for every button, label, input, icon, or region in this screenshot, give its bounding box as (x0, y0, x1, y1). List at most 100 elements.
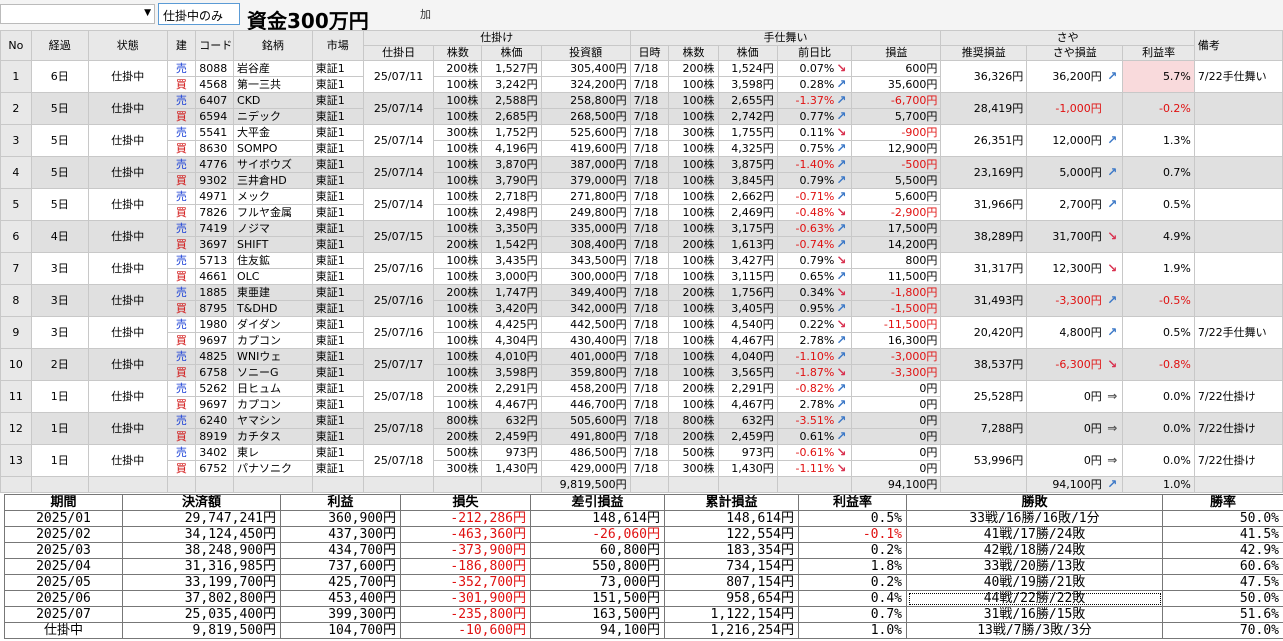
col-code[interactable]: コード (195, 30, 235, 61)
name-cell[interactable]: 東レ (233, 444, 313, 461)
note-cell[interactable] (1193, 156, 1283, 189)
col-exit-shares[interactable]: 株数 (668, 45, 719, 61)
view-dropdown[interactable]: ▼ (0, 4, 155, 24)
name-cell[interactable]: ノジマ (233, 220, 313, 237)
name-cell[interactable]: サイボウズ (233, 156, 313, 173)
toolbar-add-button[interactable]: 加 (420, 6, 431, 22)
col-exit-date[interactable]: 日時 (629, 45, 670, 61)
summary-col-header[interactable]: 勝率 (1162, 494, 1283, 511)
row-number[interactable]: 5 (0, 188, 32, 221)
row-number[interactable]: 6 (0, 220, 32, 253)
col-market[interactable]: 市場 (311, 30, 364, 61)
row-number[interactable]: 9 (0, 316, 32, 349)
table-row[interactable]: 10 2日 仕掛中売 4825 WNIウェ 東証1 25/07/17 100株 4,010円 40… (0, 348, 1283, 381)
note-cell[interactable] (1193, 348, 1283, 381)
row-number[interactable]: 8 (0, 284, 32, 317)
name-cell[interactable]: カチタス (233, 428, 313, 445)
col-entry-price[interactable]: 株価 (481, 45, 542, 61)
table-row[interactable]: 13 1日 仕掛中売 3402 東レ 東証1 25/07/18 500株 973円 486,500… (0, 444, 1283, 477)
row-number[interactable]: 3 (0, 124, 32, 157)
name-cell[interactable]: OLC (233, 268, 313, 285)
name-cell[interactable]: 三井倉HD (233, 172, 313, 189)
name-cell[interactable]: カプコン (233, 396, 313, 413)
name-cell[interactable]: WNIウェ (233, 348, 313, 365)
summary-row[interactable]: 2025/05 33,199,700円 425,700円 -352,700円 73,00… (4, 574, 1283, 591)
name-cell[interactable]: メック (233, 188, 313, 205)
note-cell[interactable]: 7/22仕掛け (1193, 380, 1283, 413)
col-no[interactable]: No (0, 30, 32, 61)
summary-row[interactable]: 2025/03 38,248,900円 434,700円 -373,900円 60,80… (4, 542, 1283, 559)
col-note[interactable]: 備考 (1193, 30, 1283, 61)
table-row[interactable]: 11 1日 仕掛中売 5262 日ヒュム 東証1 25/07/18 200株 2,291円 458… (0, 380, 1283, 413)
table-row[interactable]: 12 1日 仕掛中売 6240 ヤマシン 東証1 25/07/18 800株 632円 505,6… (0, 412, 1283, 445)
summary-col-header[interactable]: 期間 (4, 494, 123, 511)
name-cell[interactable]: ソニーG (233, 364, 313, 381)
name-cell[interactable]: パナソニク (233, 460, 313, 477)
note-cell[interactable]: 7/22手仕舞い (1193, 60, 1283, 93)
col-entry-amount[interactable]: 投資額 (540, 45, 631, 61)
summary-col-header[interactable]: 決済額 (122, 494, 281, 511)
name-cell[interactable]: CKD (233, 92, 313, 109)
note-cell[interactable] (1193, 220, 1283, 253)
name-cell[interactable]: 大平金 (233, 124, 313, 141)
summary-col-header[interactable]: 損失 (400, 494, 531, 511)
table-row[interactable]: 7 3日 仕掛中売 5713 住友鉱 東証1 25/07/16 100株 3,435円 343,5… (0, 252, 1283, 285)
summary-row[interactable]: 2025/04 31,316,985円 737,600円 -186,800円 550,8… (4, 558, 1283, 575)
status-filter[interactable]: 仕掛中のみ (158, 3, 240, 25)
col-name[interactable]: 銘柄 (233, 30, 313, 61)
note-cell[interactable] (1193, 188, 1283, 221)
col-exit-change[interactable]: 前日比 (776, 45, 853, 61)
table-row[interactable]: 6 4日 仕掛中売 7419 ノジマ 東証1 25/07/15 100株 3,350円 335,0… (0, 220, 1283, 253)
col-entry-date[interactable]: 仕掛日 (362, 45, 435, 61)
note-cell[interactable] (1193, 92, 1283, 125)
summary-row[interactable]: 2025/06 37,802,800円 453,400円 -301,900円 151,5… (4, 590, 1283, 607)
row-number[interactable]: 12 (0, 412, 32, 445)
name-cell[interactable]: SOMPO (233, 140, 313, 157)
summary-col-header[interactable]: 差引損益 (530, 494, 665, 511)
summary-col-header[interactable]: 累計損益 (664, 494, 799, 511)
col-entry-shares[interactable]: 株数 (433, 45, 483, 61)
row-number[interactable]: 13 (0, 444, 32, 477)
table-row[interactable]: 3 5日 仕掛中売 5541 大平金 東証1 25/07/14 300株 1,752円 525,6… (0, 124, 1283, 157)
note-cell[interactable]: 7/22手仕舞い (1193, 316, 1283, 349)
table-row[interactable]: 8 3日 仕掛中売 1885 東亜建 東証1 25/07/16 200株 1,747円 349,4… (0, 284, 1283, 317)
col-exit-pl[interactable]: 損益 (851, 45, 942, 61)
summary-col-header[interactable]: 勝敗 (906, 494, 1163, 511)
name-cell[interactable]: 住友鉱 (233, 252, 313, 269)
col-spread-pl[interactable]: さや損益 (1026, 45, 1124, 61)
summary-row[interactable]: 2025/01 29,747,241円 360,900円 -212,286円 148,6… (4, 510, 1283, 527)
name-cell[interactable]: SHIFT (233, 236, 313, 253)
name-cell[interactable]: ダイダン (233, 316, 313, 333)
note-cell[interactable] (1193, 284, 1283, 317)
row-number[interactable]: 7 (0, 252, 32, 285)
summary-row[interactable]: 2025/07 25,035,400円 399,300円 -235,800円 163,5… (4, 606, 1283, 623)
name-cell[interactable]: T&DHD (233, 300, 313, 317)
col-side[interactable]: 建 (166, 30, 197, 61)
row-number[interactable]: 10 (0, 348, 32, 381)
summary-row[interactable]: 2025/02 34,124,450円 437,300円 -463,360円 -26,0… (4, 526, 1283, 543)
summary-col-header[interactable]: 利益率 (798, 494, 907, 511)
note-cell[interactable] (1193, 124, 1283, 157)
name-cell[interactable]: ニデック (233, 108, 313, 125)
name-cell[interactable]: ヤマシン (233, 412, 313, 429)
row-number[interactable]: 4 (0, 156, 32, 189)
col-exit-price[interactable]: 株価 (717, 45, 778, 61)
row-number[interactable]: 1 (0, 60, 32, 93)
row-number[interactable]: 2 (0, 92, 32, 125)
table-row[interactable]: 1 6日 仕掛中売 8088 岩谷産 東証1 25/07/11 200株 1,527円 305,4… (0, 60, 1283, 93)
name-cell[interactable]: 東亜建 (233, 284, 313, 301)
row-number[interactable]: 11 (0, 380, 32, 413)
note-cell[interactable]: 7/22仕掛け (1193, 412, 1283, 445)
col-rate[interactable]: 利益率 (1122, 45, 1195, 61)
col-status[interactable]: 状態 (87, 30, 168, 61)
col-elapsed[interactable]: 経過 (30, 30, 89, 61)
name-cell[interactable]: カプコン (233, 332, 313, 349)
summary-col-header[interactable]: 利益 (280, 494, 401, 511)
name-cell[interactable]: フルヤ金属 (233, 204, 313, 221)
table-row[interactable]: 2 5日 仕掛中売 6407 CKD 東証1 25/07/14 100株 2,588円 258,8… (0, 92, 1283, 125)
table-row[interactable]: 4 5日 仕掛中売 4776 サイボウズ 東証1 25/07/14 100株 3,870円 387… (0, 156, 1283, 189)
note-cell[interactable]: 7/22仕掛け (1193, 444, 1283, 477)
name-cell[interactable]: 第一三共 (233, 76, 313, 93)
table-row[interactable]: 5 5日 仕掛中売 4971 メック 東証1 25/07/14 100株 2,718円 271,8… (0, 188, 1283, 221)
summary-row[interactable]: 仕掛中 9,819,500円 104,700円 -10,600円 94,100円 1,21… (4, 622, 1283, 639)
